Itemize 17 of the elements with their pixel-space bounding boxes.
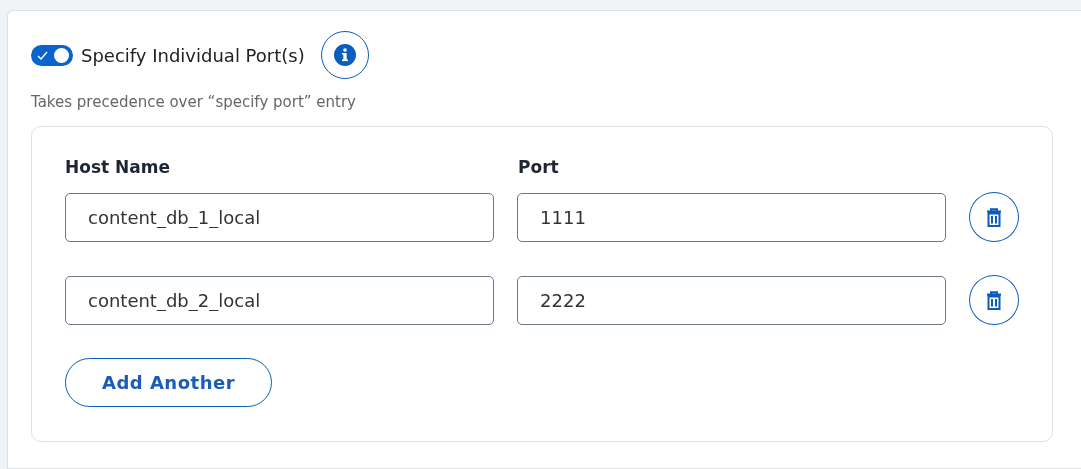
hint-text: Takes precedence over “specify port” entry bbox=[31, 92, 357, 113]
trash-icon bbox=[986, 207, 1003, 227]
toggle-switch[interactable] bbox=[31, 44, 73, 66]
info-icon bbox=[333, 44, 356, 66]
port-field[interactable]: 1111 bbox=[517, 192, 947, 242]
delete-button[interactable] bbox=[969, 192, 1019, 242]
port-field[interactable]: 2222 bbox=[517, 275, 947, 325]
column-header: Port bbox=[518, 156, 559, 177]
toggle-label: Specify Individual Port(s) bbox=[81, 43, 305, 68]
host-name-field[interactable]: content_db_2_local bbox=[65, 275, 495, 325]
host-name-field[interactable]: content_db_1_local bbox=[65, 192, 495, 242]
trash-icon bbox=[986, 290, 1003, 310]
delete-button[interactable] bbox=[969, 275, 1019, 325]
info-button[interactable] bbox=[320, 31, 369, 79]
add-button[interactable]: Add Another bbox=[65, 358, 272, 407]
column-header: Host Name bbox=[65, 156, 170, 177]
check-icon bbox=[37, 50, 48, 60]
